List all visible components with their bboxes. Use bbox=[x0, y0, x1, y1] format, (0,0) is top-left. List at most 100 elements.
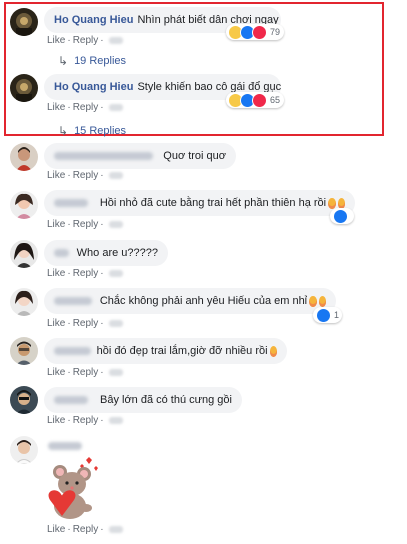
commenter-name[interactable] bbox=[48, 442, 82, 450]
comment-actions: Like · Reply · bbox=[47, 367, 123, 378]
reply-link[interactable]: Reply bbox=[73, 318, 99, 329]
commenter-name[interactable] bbox=[54, 249, 69, 257]
comment-text: Bây lớn đã có thú cưng gồi bbox=[100, 394, 232, 406]
comment-bubble: Bây lớn đã có thú cưng gồi bbox=[44, 387, 242, 413]
reply-link[interactable]: Reply bbox=[73, 415, 99, 426]
timestamp[interactable] bbox=[108, 368, 123, 376]
reply-link[interactable]: Reply bbox=[73, 102, 99, 113]
like-link[interactable]: Like bbox=[47, 318, 65, 329]
avatar[interactable] bbox=[10, 288, 38, 316]
like-link[interactable]: Like bbox=[47, 219, 65, 230]
avatar[interactable] bbox=[10, 436, 38, 464]
avatar[interactable] bbox=[10, 8, 38, 36]
reaction-summary[interactable] bbox=[330, 208, 354, 224]
commenter-name[interactable] bbox=[54, 297, 92, 305]
reply-link[interactable]: Reply bbox=[73, 35, 99, 46]
separator: · bbox=[100, 170, 104, 181]
separator: · bbox=[67, 268, 71, 279]
reply-arrow-icon: ↳ bbox=[58, 54, 69, 68]
commenter-name[interactable] bbox=[54, 152, 154, 160]
timestamp[interactable] bbox=[108, 525, 123, 533]
view-replies-link[interactable]: ↳ 15 Replies bbox=[58, 124, 126, 138]
commenter-name[interactable] bbox=[54, 199, 88, 207]
commenter-name[interactable] bbox=[54, 347, 91, 355]
comment-bubble: Hồi nhỏ đã cute bằng trai hết phần thiên… bbox=[44, 190, 355, 216]
reply-link[interactable]: Reply bbox=[73, 524, 99, 535]
avatar[interactable] bbox=[10, 143, 38, 171]
comment-text: Who are u????? bbox=[76, 247, 158, 259]
separator: · bbox=[67, 318, 71, 329]
reply-link[interactable]: Reply bbox=[73, 268, 99, 279]
comment-bubble: Who are u????? bbox=[44, 240, 168, 266]
avatar[interactable] bbox=[10, 74, 38, 102]
commenter-name[interactable] bbox=[54, 396, 88, 404]
timestamp[interactable] bbox=[108, 416, 123, 424]
timestamp[interactable] bbox=[108, 319, 123, 327]
comment-text: Hồi nhỏ đã cute bằng trai hết phần thiên… bbox=[99, 197, 327, 209]
like-link[interactable]: Like bbox=[47, 35, 65, 46]
avatar[interactable] bbox=[10, 191, 38, 219]
avatar[interactable] bbox=[10, 240, 38, 268]
reaction-summary[interactable]: 79 bbox=[226, 24, 285, 40]
comment-actions: Like · Reply · bbox=[47, 268, 123, 279]
separator: · bbox=[100, 102, 104, 113]
separator: · bbox=[100, 367, 104, 378]
comment-actions: Like · Reply · bbox=[47, 219, 123, 230]
comment-actions: Like · Reply · bbox=[47, 35, 123, 46]
laugh-sweat-emoji-icon bbox=[337, 197, 345, 209]
separator: · bbox=[100, 415, 104, 426]
reaction-summary[interactable]: 1 bbox=[313, 307, 343, 323]
separator: · bbox=[100, 35, 104, 46]
like-reaction-icon bbox=[333, 208, 348, 224]
like-link[interactable]: Like bbox=[47, 524, 65, 535]
comment-actions: Like · Reply · bbox=[47, 102, 123, 113]
reply-arrow-icon: ↳ bbox=[58, 124, 69, 138]
love-reaction-icon bbox=[252, 24, 267, 40]
commenter-name[interactable]: Ho Quang Hieu bbox=[54, 14, 133, 26]
comment-text: hồi đó đẹp trai lắm,giờ đỡ nhiều rồi bbox=[96, 345, 268, 357]
comment-actions: Like · Reply · bbox=[47, 170, 123, 181]
comment-bubble: Chắc không phải anh yêu Hiếu của em nhỉ bbox=[44, 288, 336, 314]
timestamp[interactable] bbox=[108, 103, 123, 111]
reply-link[interactable]: Reply bbox=[73, 170, 99, 181]
mouse-heart-sticker bbox=[48, 457, 98, 519]
replies-count[interactable]: 19 Replies bbox=[74, 55, 126, 67]
view-replies-link[interactable]: ↳ 19 Replies bbox=[58, 54, 126, 68]
like-link[interactable]: Like bbox=[47, 170, 65, 181]
comment-actions: Like · Reply · bbox=[47, 524, 123, 535]
timestamp[interactable] bbox=[108, 220, 123, 228]
separator: · bbox=[67, 102, 71, 113]
comment-actions: Like · Reply · bbox=[47, 415, 123, 426]
reaction-summary[interactable]: 65 bbox=[226, 92, 285, 108]
rofl-emoji-icon bbox=[309, 295, 317, 307]
separator: · bbox=[100, 219, 104, 230]
comment-bubble: hồi đó đẹp trai lắm,giờ đỡ nhiều rồi bbox=[44, 338, 287, 364]
separator: · bbox=[67, 415, 71, 426]
timestamp[interactable] bbox=[108, 269, 123, 277]
timestamp[interactable] bbox=[108, 36, 123, 44]
separator: · bbox=[67, 367, 71, 378]
like-link[interactable]: Like bbox=[47, 415, 65, 426]
reply-link[interactable]: Reply bbox=[73, 367, 99, 378]
like-link[interactable]: Like bbox=[47, 268, 65, 279]
reply-link[interactable]: Reply bbox=[73, 219, 99, 230]
separator: · bbox=[100, 268, 104, 279]
avatar[interactable] bbox=[10, 337, 38, 365]
rofl-emoji-icon bbox=[318, 295, 327, 307]
avatar[interactable] bbox=[10, 386, 38, 414]
reaction-count: 65 bbox=[270, 95, 281, 105]
like-link[interactable]: Like bbox=[47, 102, 65, 113]
like-link[interactable]: Like bbox=[47, 367, 65, 378]
commenter-name[interactable]: Ho Quang Hieu bbox=[54, 81, 133, 93]
laugh-sweat-emoji-icon bbox=[328, 197, 336, 209]
comment-actions: Like · Reply · bbox=[47, 318, 123, 329]
reaction-count: 1 bbox=[334, 310, 340, 320]
separator: · bbox=[67, 219, 71, 230]
replies-count[interactable]: 15 Replies bbox=[74, 125, 126, 137]
separator: · bbox=[67, 524, 71, 535]
love-reaction-icon bbox=[252, 92, 267, 108]
separator: · bbox=[100, 318, 104, 329]
comment-text: Chắc không phải anh yêu Hiếu của em nhỉ bbox=[99, 295, 308, 307]
timestamp[interactable] bbox=[108, 171, 123, 179]
reaction-count: 79 bbox=[270, 27, 281, 37]
